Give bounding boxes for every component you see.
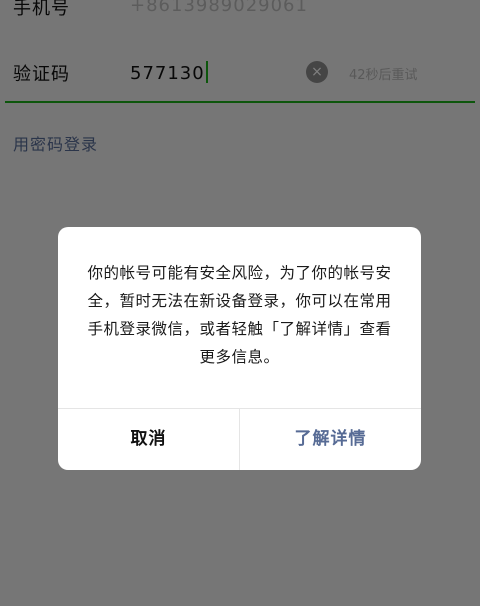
security-alert-dialog: 你的帐号可能有安全风险，为了你的帐号安全，暂时无法在新设备登录，你可以在常用手机… [58,227,421,470]
dialog-message: 你的帐号可能有安全风险，为了你的帐号安全，暂时无法在新设备登录，你可以在常用手机… [87,264,392,366]
modal-overlay: 你的帐号可能有安全风险，为了你的帐号安全，暂时无法在新设备登录，你可以在常用手机… [0,0,480,606]
learn-more-button[interactable]: 了解详情 [240,409,421,470]
cancel-button[interactable]: 取消 [58,409,239,470]
